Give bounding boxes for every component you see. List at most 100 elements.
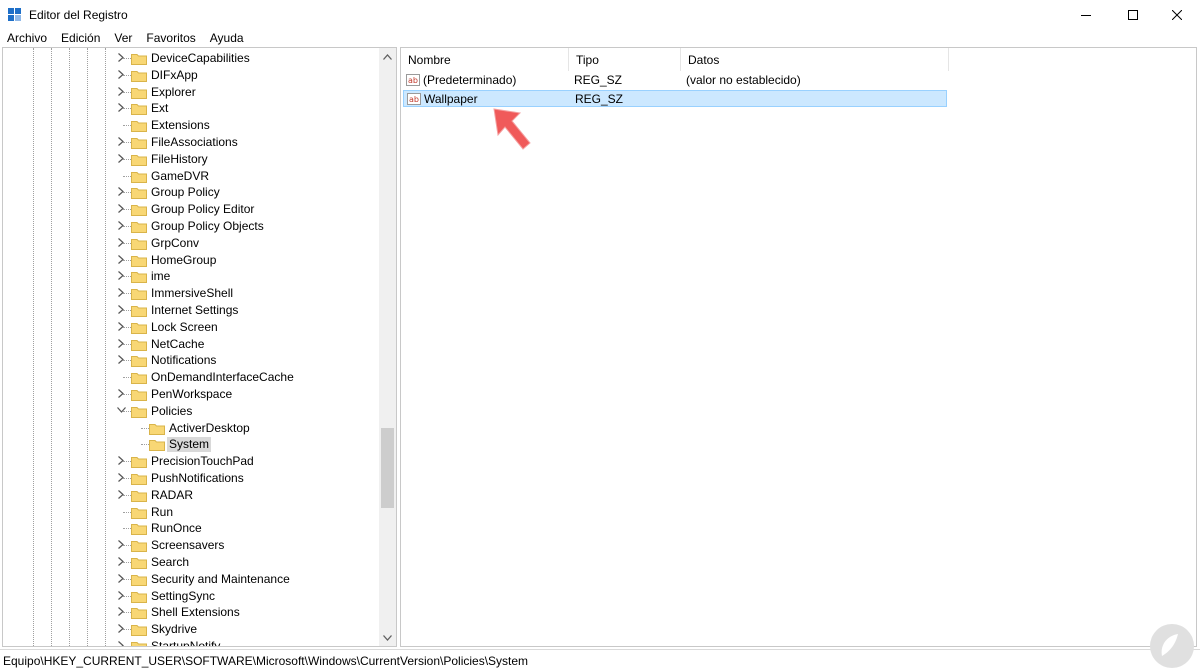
menu-archivo[interactable]: Archivo xyxy=(0,30,54,46)
chevron-right-icon[interactable] xyxy=(116,271,126,281)
chevron-right-icon[interactable] xyxy=(116,153,126,164)
tree-item[interactable]: StartupNotify xyxy=(3,638,381,647)
regedit-icon xyxy=(8,8,21,21)
minimize-button[interactable] xyxy=(1063,0,1109,30)
column-header-datos[interactable]: Datos xyxy=(681,48,949,71)
column-header-nombre[interactable]: Nombre xyxy=(401,48,569,71)
folder-icon xyxy=(131,490,147,502)
chevron-right-icon[interactable] xyxy=(116,321,126,332)
tree-item[interactable]: Run xyxy=(3,504,381,521)
tree-item[interactable]: HomeGroup xyxy=(3,252,381,269)
chevron-right-icon[interactable] xyxy=(116,288,126,298)
chevron-right-icon[interactable] xyxy=(116,237,126,248)
tree-item[interactable]: Shell Extensions xyxy=(3,604,381,621)
chevron-right-icon[interactable] xyxy=(116,355,126,365)
chevron-right-icon[interactable] xyxy=(116,254,126,265)
folder-icon xyxy=(131,54,147,65)
tree-item-label: StartupNotify xyxy=(151,639,221,647)
tree-item[interactable]: Search xyxy=(3,554,381,571)
tree-item-label: FileHistory xyxy=(151,151,208,166)
chevron-right-icon[interactable] xyxy=(116,557,126,567)
chevron-right-icon[interactable] xyxy=(116,221,126,231)
tree-item[interactable]: Screensavers xyxy=(3,537,381,554)
tree-item[interactable]: ime xyxy=(3,268,381,285)
value-row[interactable]: ab (Predeterminado) REG_SZ (valor no establ… xyxy=(403,72,947,89)
chevron-right-icon[interactable] xyxy=(116,389,126,399)
scroll-down-button[interactable] xyxy=(379,629,396,646)
folder-icon xyxy=(131,558,147,569)
scroll-thumb[interactable] xyxy=(381,428,394,508)
tree-item[interactable]: DeviceCapabilities xyxy=(3,50,381,67)
tree-item[interactable]: Explorer xyxy=(3,84,381,101)
chevron-right-icon[interactable] xyxy=(116,473,126,483)
folder-icon xyxy=(131,306,147,317)
chevron-right-icon[interactable] xyxy=(116,204,126,214)
chevron-down-icon[interactable] xyxy=(116,406,126,416)
tree-item[interactable]: FileAssociations xyxy=(3,134,381,151)
tree-item-label: DIFxApp xyxy=(151,67,198,82)
tree-item[interactable]: Notifications xyxy=(3,352,381,369)
tree-vertical-scrollbar[interactable] xyxy=(379,48,396,646)
chevron-right-icon[interactable] xyxy=(116,86,126,97)
tree-item[interactable]: PrecisionTouchPad xyxy=(3,453,381,470)
tree-item[interactable]: RADAR xyxy=(3,487,381,504)
tree-item-label: PrecisionTouchPad xyxy=(151,454,254,469)
chevron-right-icon[interactable] xyxy=(116,607,126,617)
chevron-right-icon[interactable] xyxy=(116,573,126,584)
chevron-right-icon[interactable] xyxy=(116,137,126,147)
menu-ayuda[interactable]: Ayuda xyxy=(203,30,251,46)
tree-item[interactable]: PenWorkspace xyxy=(3,386,381,403)
tree-item[interactable]: PushNotifications xyxy=(3,470,381,487)
chevron-up-icon xyxy=(383,53,392,60)
chevron-right-icon[interactable] xyxy=(116,69,126,80)
chevron-right-icon[interactable] xyxy=(116,53,126,63)
tree-item[interactable]: ActiverDesktop xyxy=(3,420,381,437)
folder-icon xyxy=(149,423,165,435)
tree-item[interactable]: OnDemandInterfaceCache xyxy=(3,369,381,386)
close-button[interactable] xyxy=(1154,0,1200,30)
tree-item[interactable]: Skydrive xyxy=(3,621,381,638)
scroll-up-button[interactable] xyxy=(379,48,396,65)
tree-item[interactable]: NetCache xyxy=(3,336,381,353)
tree-item[interactable]: Lock Screen xyxy=(3,319,381,336)
tree-item[interactable]: Security and Maintenance xyxy=(3,571,381,588)
tree-item[interactable]: RunOnce xyxy=(3,520,381,537)
menu-edicion[interactable]: Edición xyxy=(54,30,107,46)
chevron-right-icon[interactable] xyxy=(116,641,126,646)
tree-item[interactable]: FileHistory xyxy=(3,151,381,168)
chevron-right-icon[interactable] xyxy=(116,540,126,550)
chevron-right-icon[interactable] xyxy=(116,489,126,500)
tree-item[interactable]: SettingSync xyxy=(3,588,381,605)
tree-item[interactable]: GameDVR xyxy=(3,168,381,185)
tree-item-label: Ext xyxy=(151,101,169,116)
maximize-button[interactable] xyxy=(1110,0,1156,30)
tree-item-label: NetCache xyxy=(151,336,205,351)
chevron-right-icon[interactable] xyxy=(116,624,126,634)
chevron-right-icon[interactable] xyxy=(116,456,126,466)
chevron-right-icon[interactable] xyxy=(116,103,126,113)
chevron-right-icon[interactable] xyxy=(116,338,126,349)
registry-key-tree[interactable]: DeviceCapabilities DIFxApp Explorer Ext Exte… xyxy=(2,47,397,647)
tree-item[interactable]: DIFxApp xyxy=(3,67,381,84)
value-row[interactable]: ab Wallpaper REG_SZ xyxy=(403,90,947,107)
tree-item[interactable]: Group Policy xyxy=(3,184,381,201)
tree-item[interactable]: Group Policy Objects xyxy=(3,218,381,235)
tree-item[interactable]: Group Policy Editor xyxy=(3,201,381,218)
tree-item[interactable]: GrpConv xyxy=(3,235,381,252)
tree-item[interactable]: Extensions xyxy=(3,117,381,134)
column-header-tipo[interactable]: Tipo xyxy=(569,48,681,71)
tree-item[interactable]: ImmersiveShell xyxy=(3,285,381,302)
menu-favoritos[interactable]: Favoritos xyxy=(139,30,202,46)
tree-item[interactable]: Policies xyxy=(3,403,381,420)
chevron-right-icon[interactable] xyxy=(116,187,126,197)
tree-item[interactable]: System xyxy=(3,436,381,453)
tree-item[interactable]: Internet Settings xyxy=(3,302,381,319)
chevron-right-icon[interactable] xyxy=(116,305,126,315)
logo-icon xyxy=(1150,624,1194,668)
menu-ver[interactable]: Ver xyxy=(107,30,139,46)
chevron-right-icon[interactable] xyxy=(116,590,126,601)
tree-item[interactable]: Ext xyxy=(3,100,381,117)
folder-icon xyxy=(131,591,147,603)
tree-item-label: PenWorkspace xyxy=(151,387,233,401)
tree-connector xyxy=(141,444,149,446)
